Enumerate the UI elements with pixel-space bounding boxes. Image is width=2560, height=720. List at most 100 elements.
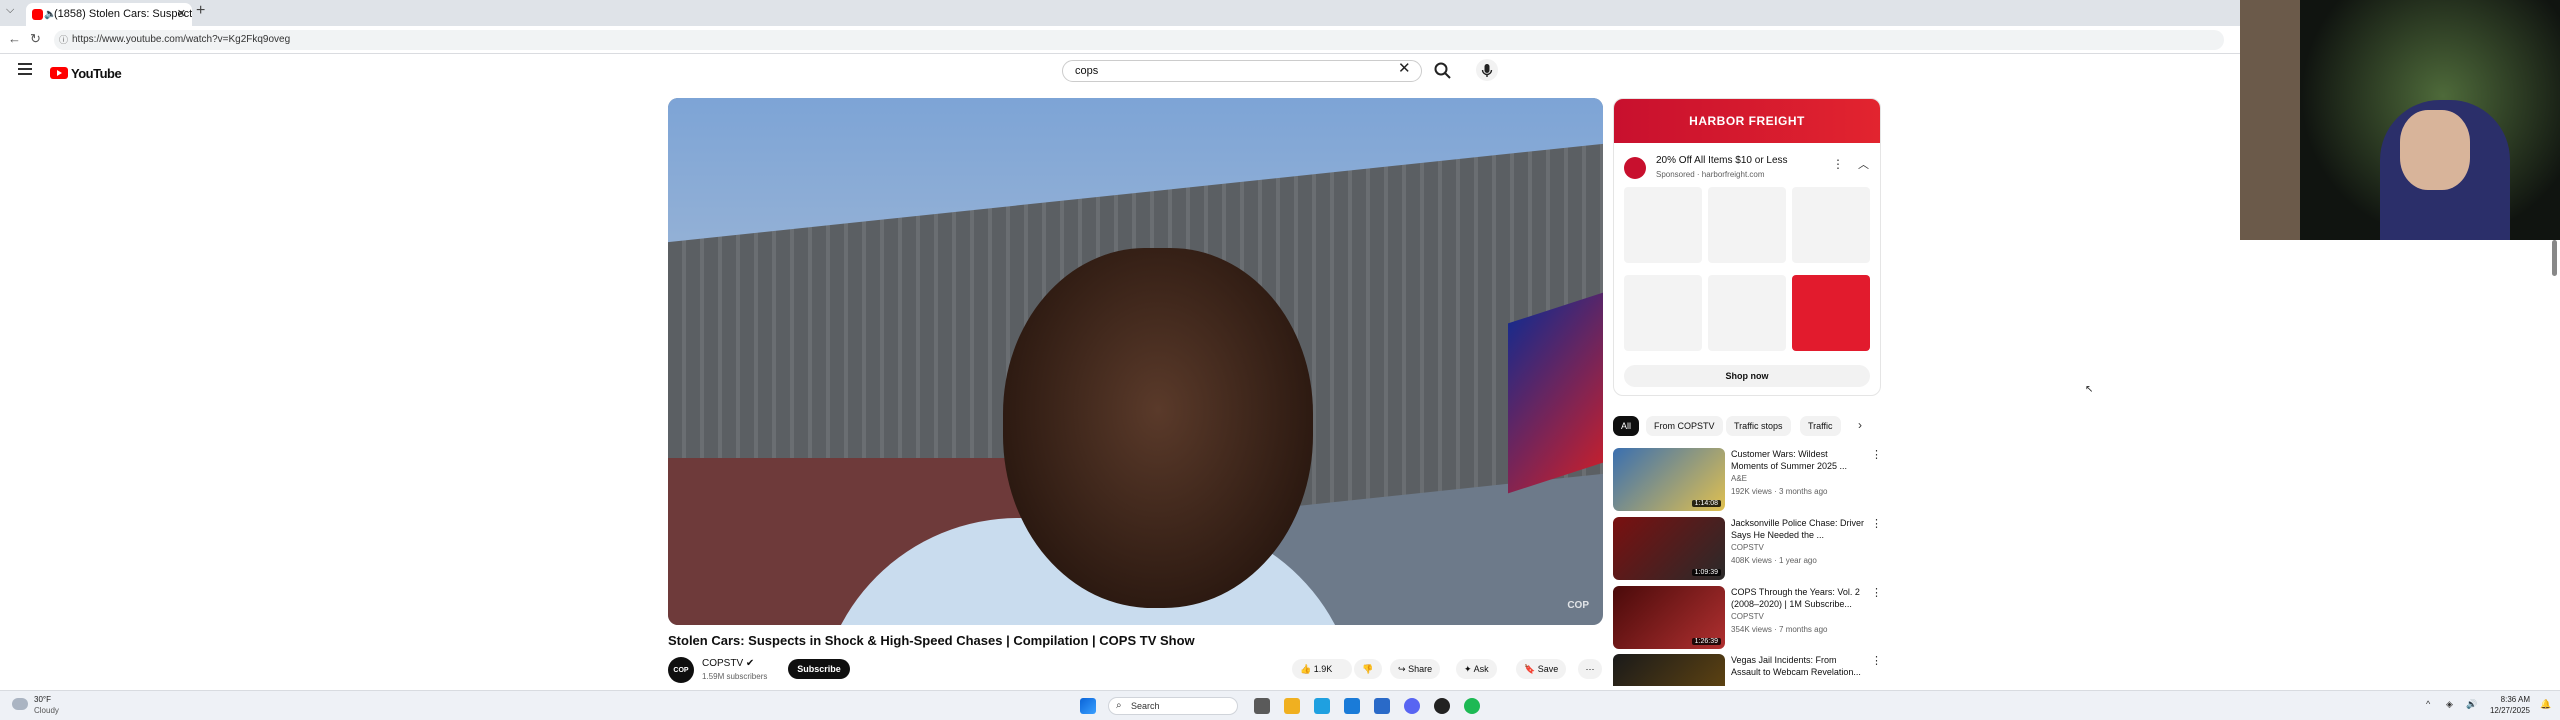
reload-icon[interactable]: ↻ xyxy=(30,31,41,47)
recommendation-meta: 408K views · 1 year ago xyxy=(1731,556,1817,565)
store-icon[interactable] xyxy=(1374,698,1390,714)
chevron-up-icon[interactable]: ︿ xyxy=(1858,156,1869,172)
ad-advertiser-logo xyxy=(1624,157,1646,179)
more-vertical-icon[interactable]: ⋮ xyxy=(1871,517,1882,530)
subscribe-button[interactable]: Subscribe xyxy=(788,659,850,679)
obs-icon[interactable] xyxy=(1434,698,1450,714)
chip-from-copstv[interactable]: From COPSTV xyxy=(1646,416,1723,436)
youtube-logo[interactable]: YouTube xyxy=(50,64,122,82)
recommendation-item[interactable]: 1:26:39 COPS Through the Years: Vol. 2 (… xyxy=(1613,586,1882,650)
notification-icon[interactable]: 🔔 xyxy=(2540,699,2551,710)
logo-text: YouTube xyxy=(71,65,122,81)
subscriber-count: 1.59M subscribers xyxy=(702,672,768,681)
video-watermark: COP xyxy=(1567,600,1589,611)
url-text: https://www.youtube.com/watch?v=Kg2Fkq9o… xyxy=(72,34,291,45)
recommendation-item[interactable]: 1:14:08 Customer Wars: Wildest Moments o… xyxy=(1613,448,1882,512)
page-scrollbar[interactable] xyxy=(2552,240,2557,276)
ask-button[interactable]: ✦ Ask xyxy=(1456,659,1497,679)
task-view-icon[interactable] xyxy=(1254,698,1270,714)
video-frame-person-head xyxy=(1003,248,1313,608)
speaker-icon[interactable]: 🔈 xyxy=(44,3,56,26)
recommendation-channel[interactable]: COPSTV xyxy=(1731,543,1764,552)
webcam-face xyxy=(2400,110,2470,190)
recommendation-title[interactable]: COPS Through the Years: Vol. 2 (2008–202… xyxy=(1731,586,1867,610)
discord-icon[interactable] xyxy=(1404,698,1420,714)
ad-product-wet-dry-vac[interactable] xyxy=(1708,275,1786,351)
network-icon[interactable]: ◈ xyxy=(2446,699,2453,710)
ad-more-icon[interactable]: ⋮ xyxy=(1832,157,1844,171)
video-thumbnail[interactable]: 1:09:39 xyxy=(1613,517,1725,580)
more-actions-button[interactable]: ⋯ xyxy=(1578,659,1602,679)
chip-traffic[interactable]: Traffic xyxy=(1800,416,1841,436)
recommendation-title[interactable]: Jacksonville Police Chase: Driver Says H… xyxy=(1731,517,1867,541)
site-info-icon[interactable]: ⓘ xyxy=(59,30,68,50)
chip-traffic-stops[interactable]: Traffic stops xyxy=(1726,416,1791,436)
microphone-icon[interactable] xyxy=(1476,59,1498,81)
clock-time[interactable]: 8:36 AM xyxy=(2470,695,2530,704)
chip-all[interactable]: All xyxy=(1613,416,1640,436)
outlook-icon[interactable] xyxy=(1344,698,1360,714)
channel-name-text: COPSTV xyxy=(702,658,744,669)
tab-list-chevron-icon[interactable]: ⌵ xyxy=(6,4,14,17)
thumbs-down-icon: 👎 xyxy=(1362,664,1374,674)
sponsored-ad[interactable]: HARBOR FREIGHT 20% Off All Items $10 or … xyxy=(1613,98,1881,396)
chevron-right-icon[interactable]: › xyxy=(1858,418,1862,432)
ad-sponsored-label: Sponsored · harborfreight.com xyxy=(1656,170,1765,179)
recommendation-title[interactable]: Vegas Jail Incidents: From Assault to We… xyxy=(1731,654,1867,678)
ad-product-storage-rack[interactable] xyxy=(1624,275,1702,351)
ad-product-socket-set[interactable] xyxy=(1792,187,1870,263)
video-thumbnail[interactable]: 1:14:08 xyxy=(1613,448,1725,511)
chevron-up-tray-icon[interactable]: ^ xyxy=(2426,699,2430,709)
ad-product-tool-set[interactable] xyxy=(1624,187,1702,263)
recommendation-title[interactable]: Customer Wars: Wildest Moments of Summer… xyxy=(1731,448,1867,472)
cloud-icon[interactable] xyxy=(12,698,28,710)
more-horizontal-icon: ⋯ xyxy=(1585,664,1595,674)
spotify-icon[interactable] xyxy=(1464,698,1480,714)
browser-tab[interactable]: 🔈 (1858) Stolen Cars: Suspects in Shock … xyxy=(26,3,192,26)
clear-search-icon[interactable]: ✕ xyxy=(1398,59,1411,77)
save-button[interactable]: 🔖 Save xyxy=(1516,659,1567,679)
recommendation-item[interactable]: 1:09:39 Jacksonville Police Chase: Drive… xyxy=(1613,517,1882,581)
search-input[interactable]: cops xyxy=(1062,60,1422,82)
ad-banner[interactable]: HARBOR FREIGHT xyxy=(1614,99,1880,143)
file-explorer-icon[interactable] xyxy=(1284,698,1300,714)
recommendation-channel[interactable]: A&E xyxy=(1731,474,1747,483)
ad-product-engine-stand[interactable] xyxy=(1708,187,1786,263)
windows-start-icon[interactable] xyxy=(1080,698,1096,714)
ask-label: Ask xyxy=(1473,664,1489,674)
url-field[interactable]: ⓘ https://www.youtube.com/watch?v=Kg2Fkq… xyxy=(54,30,2224,50)
sparkle-icon: ✦ xyxy=(1464,664,1472,674)
youtube-favicon-icon xyxy=(32,9,43,20)
channel-name[interactable]: COPSTV ✔ xyxy=(702,658,754,669)
recommendation-item[interactable]: Vegas Jail Incidents: From Assault to We… xyxy=(1613,654,1881,686)
recommendation-channel[interactable]: COPSTV xyxy=(1731,612,1764,621)
more-vertical-icon[interactable]: ⋮ xyxy=(1871,654,1881,667)
video-frame-flag xyxy=(1508,292,1603,494)
clock-date[interactable]: 12/27/2025 xyxy=(2470,706,2530,715)
like-button[interactable]: 👍 1.9K xyxy=(1292,659,1352,679)
edge-browser-icon[interactable] xyxy=(1314,698,1330,714)
back-arrow-icon[interactable]: ← xyxy=(8,31,21,46)
weather-temperature[interactable]: 30°F xyxy=(34,695,51,704)
taskbar-search-input[interactable]: ⌕ Search xyxy=(1108,697,1238,715)
menu-icon[interactable] xyxy=(18,63,32,75)
new-tab-icon[interactable]: + xyxy=(196,2,205,20)
search-value: cops xyxy=(1075,65,1099,77)
video-title: Stolen Cars: Suspects in Shock & High-Sp… xyxy=(668,633,1195,648)
video-thumbnail[interactable] xyxy=(1613,654,1725,686)
video-duration: 1:14:08 xyxy=(1691,500,1721,507)
shop-now-button[interactable]: Shop now xyxy=(1624,365,1870,387)
more-vertical-icon[interactable]: ⋮ xyxy=(1871,586,1882,599)
more-vertical-icon[interactable]: ⋮ xyxy=(1871,448,1882,461)
weather-description[interactable]: Cloudy xyxy=(34,706,59,715)
search-icon[interactable] xyxy=(1432,60,1454,82)
share-button[interactable]: ↪ Share xyxy=(1390,659,1441,679)
video-player[interactable]: COP xyxy=(668,98,1603,625)
ad-title[interactable]: 20% Off All Items $10 or Less xyxy=(1656,155,1788,166)
ad-product-tote-bag[interactable] xyxy=(1792,275,1870,351)
video-duration: 1:26:39 xyxy=(1691,638,1721,645)
close-tab-icon[interactable]: ✕ xyxy=(177,3,186,26)
channel-avatar[interactable]: COP xyxy=(668,657,694,683)
video-thumbnail[interactable]: 1:26:39 xyxy=(1613,586,1725,649)
dislike-button[interactable]: 👎 xyxy=(1354,659,1382,679)
